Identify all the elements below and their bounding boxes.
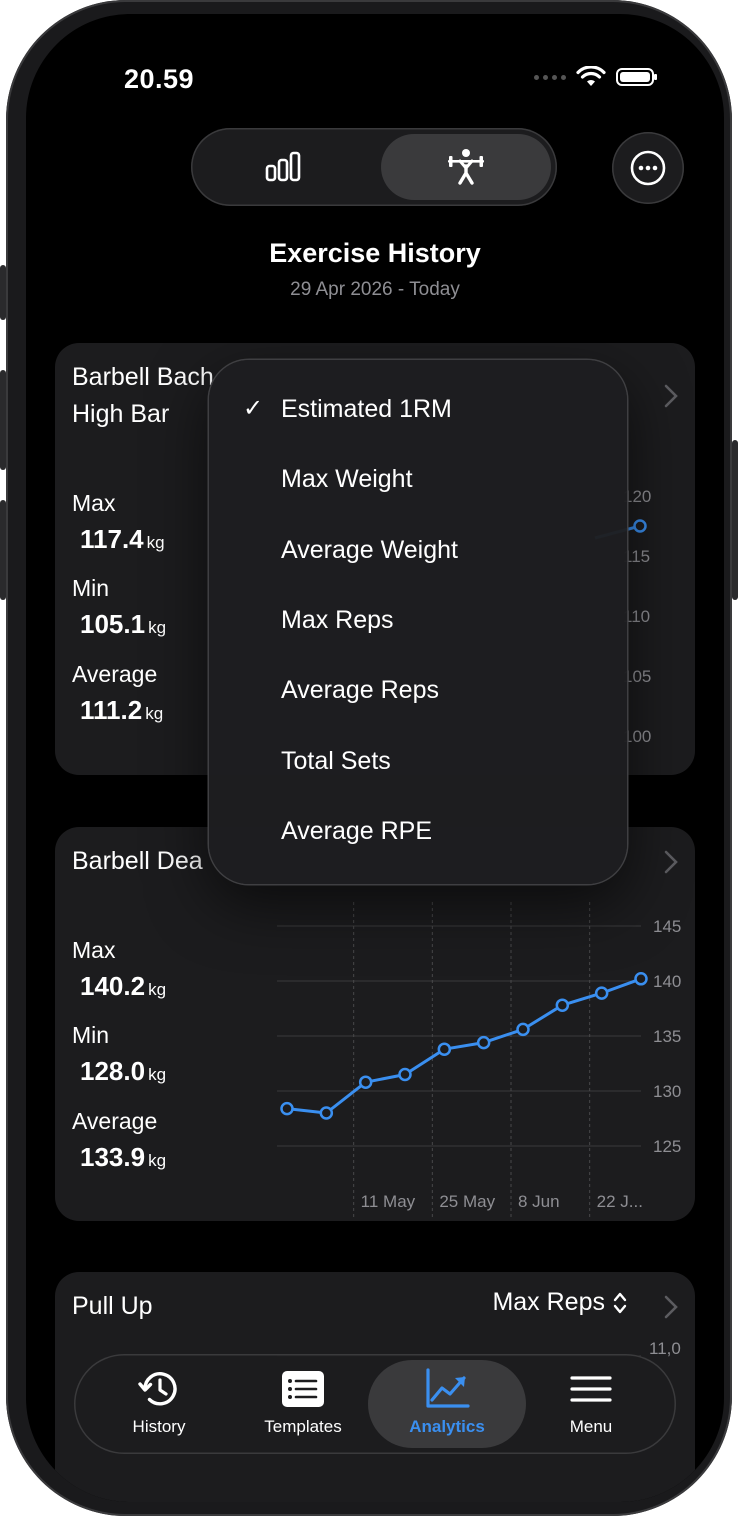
tab-label: Analytics xyxy=(409,1417,485,1436)
x-tick-label: 25 May xyxy=(439,1192,495,1211)
data-point xyxy=(633,519,647,533)
tab-bar: History Templates Analytics Menu xyxy=(74,1354,676,1454)
data-point xyxy=(319,1106,334,1120)
data-point xyxy=(594,986,609,1000)
status-time: 20.59 xyxy=(124,64,195,94)
tab-label: Menu xyxy=(569,1417,613,1436)
y-tick-label: 130 xyxy=(653,1082,681,1101)
data-point xyxy=(516,1022,530,1037)
y-tick: 110 xyxy=(623,607,650,626)
page-title: Exercise History xyxy=(269,238,481,268)
tab-history[interactable]: History xyxy=(84,1354,234,1454)
data-point xyxy=(476,1035,491,1050)
data-point xyxy=(398,1067,412,1082)
tab-label: History xyxy=(132,1417,186,1436)
status-indicators xyxy=(534,66,657,88)
y-tick: 105 xyxy=(623,667,651,686)
wifi-icon xyxy=(576,66,606,86)
signal-dots-icon xyxy=(534,74,566,80)
menu-item-max-reps[interactable]: Max Reps xyxy=(281,606,394,635)
menu-item-average-rpe[interactable]: Average RPE xyxy=(281,817,432,846)
y-tick-label: 125 xyxy=(653,1137,681,1156)
menu-icon xyxy=(570,1376,612,1402)
volume-up-button xyxy=(0,370,6,470)
more-options-button[interactable] xyxy=(612,132,684,204)
history-icon xyxy=(138,1372,177,1406)
metric-dropdown-menu: ✓ Estimated 1RM Max Weight Average Weigh… xyxy=(209,360,627,884)
screen: 20.59 Exercise History 29 Apr 2026 - Tod… xyxy=(26,14,724,1502)
menu-item-average-weight[interactable]: Average Weight xyxy=(281,536,458,565)
analytics-icon xyxy=(426,1368,470,1408)
tab-menu[interactable]: Menu xyxy=(516,1354,666,1454)
x-tick-label: 22 J... xyxy=(597,1192,643,1211)
menu-item-max-weight[interactable]: Max Weight xyxy=(281,465,413,494)
y-tick: 100 xyxy=(623,727,651,746)
phone-frame: 20.59 Exercise History 29 Apr 2026 - Tod… xyxy=(0,0,738,1516)
data-point xyxy=(437,1042,452,1056)
power-button xyxy=(732,440,738,600)
ellipsis-circle-icon xyxy=(630,150,666,186)
menu-item-total-sets[interactable]: Total Sets xyxy=(281,747,391,776)
checkmark-icon: ✓ xyxy=(243,395,264,422)
y-tick: 120 xyxy=(623,487,651,506)
tab-label: Templates xyxy=(264,1417,342,1436)
y-tick-label: 135 xyxy=(653,1027,681,1046)
volume-down-button xyxy=(0,500,6,600)
data-point xyxy=(634,972,648,986)
segment-charts[interactable] xyxy=(263,146,303,191)
y-tick: 115 xyxy=(623,547,650,566)
data-point xyxy=(555,998,570,1012)
exercise-card-deadlift[interactable]: Barbell Dea Max 140.2 kg Min 128.0 kg Aver… xyxy=(55,827,695,1221)
mute-switch xyxy=(0,265,6,320)
segment-exercise[interactable] xyxy=(446,146,486,191)
battery-icon xyxy=(616,68,657,86)
tab-templates[interactable]: Templates xyxy=(228,1354,378,1454)
bar-chart-icon xyxy=(265,151,301,182)
y-tick-label: 145 xyxy=(653,917,681,936)
x-tick-label: 8 Jun xyxy=(518,1192,560,1211)
data-point xyxy=(358,1075,373,1089)
menu-item-average-reps[interactable]: Average Reps xyxy=(281,676,439,705)
tab-analytics[interactable]: Analytics xyxy=(372,1354,522,1454)
x-tick-label: 11 May xyxy=(361,1192,416,1211)
templates-icon xyxy=(282,1371,324,1407)
y-tick-label: 140 xyxy=(653,972,681,991)
view-segmented-control xyxy=(191,128,557,206)
series-line xyxy=(286,977,642,1115)
weightlifter-icon xyxy=(448,149,484,185)
deadlift-chart: 145 140 135 130 125 11 May 25 May 8 Jun 22 J... xyxy=(277,902,681,1219)
menu-item-estimated-1rm[interactable]: Estimated 1RM xyxy=(281,395,452,424)
date-range: 29 Apr 2026 - Today xyxy=(290,279,460,300)
data-point xyxy=(280,1101,294,1116)
